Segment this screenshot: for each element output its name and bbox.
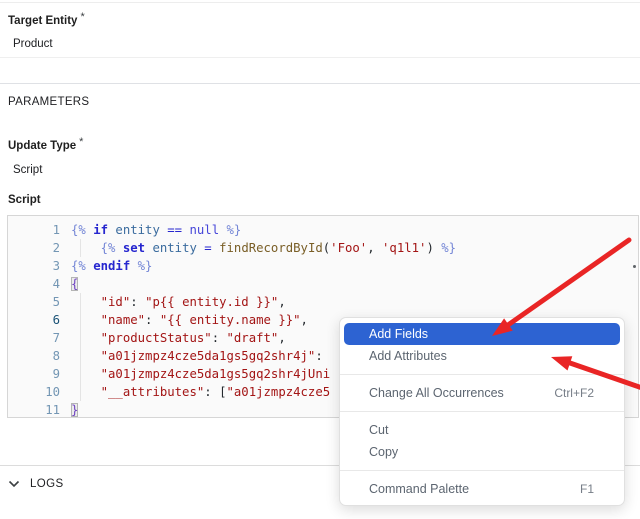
menu-item-shortcut: F1 bbox=[580, 482, 594, 496]
top-divider bbox=[0, 2, 640, 3]
line-number: 2 bbox=[8, 239, 60, 257]
line-number: 9 bbox=[8, 365, 60, 383]
line-number: 6 bbox=[8, 311, 60, 329]
line-number: 5 bbox=[8, 293, 60, 311]
line-number: 10 bbox=[8, 383, 60, 401]
line-number: 7 bbox=[8, 329, 60, 347]
code-line[interactable]: 4{ bbox=[8, 275, 638, 293]
menu-item-label: Copy bbox=[369, 445, 398, 459]
workflow-config-panel: Target Entity* Product PARAMETERS Update… bbox=[0, 0, 640, 519]
code-text: {% if entity == null %} bbox=[71, 221, 241, 239]
field-underline bbox=[0, 57, 640, 58]
logs-label: LOGS bbox=[30, 478, 64, 490]
logs-toggle[interactable]: LOGS bbox=[8, 478, 64, 490]
menu-item-shortcut: Ctrl+F2 bbox=[554, 386, 594, 400]
required-asterisk: * bbox=[80, 11, 84, 23]
update-type-label-text: Update Type bbox=[8, 140, 76, 152]
menu-item-copy[interactable]: Copy bbox=[344, 441, 620, 463]
script-label: Script bbox=[8, 194, 41, 206]
code-text: { bbox=[71, 275, 78, 293]
code-text: } bbox=[71, 401, 78, 418]
update-type-value[interactable]: Script bbox=[13, 164, 42, 176]
required-asterisk: * bbox=[79, 136, 83, 148]
code-line[interactable]: 2 {% set entity = findRecordById('Foo', … bbox=[8, 239, 638, 257]
code-text: {% set entity = findRecordById('Foo', 'q… bbox=[71, 239, 456, 257]
code-text: "__attributes": ["a01jzmpz4cze5 bbox=[71, 383, 330, 401]
section-divider bbox=[0, 83, 640, 84]
target-entity-value[interactable]: Product bbox=[13, 38, 53, 50]
chevron-down-icon[interactable] bbox=[8, 480, 20, 488]
menu-item-label: Change All Occurrences bbox=[369, 386, 504, 400]
menu-item-label: Command Palette bbox=[369, 482, 469, 496]
code-text: "productStatus": "draft", bbox=[71, 329, 286, 347]
target-entity-label: Target Entity* bbox=[8, 11, 85, 27]
menu-item-add-attributes[interactable]: Add Attributes bbox=[344, 345, 620, 367]
menu-item-label: Add Fields bbox=[369, 327, 428, 341]
stray-dot bbox=[633, 265, 636, 268]
editor-context-menu: Add Fields Add Attributes Change All Occur… bbox=[339, 317, 625, 506]
target-entity-label-text: Target Entity bbox=[8, 15, 77, 27]
update-type-label: Update Type* bbox=[8, 136, 83, 152]
menu-separator bbox=[340, 411, 624, 412]
code-text: "a01jzmpz4cze5da1gs5gq2shr4jUni bbox=[71, 365, 330, 383]
line-number: 11 bbox=[8, 401, 60, 418]
code-text: "name": "{{ entity.name }}", bbox=[71, 311, 308, 329]
menu-item-change-all-occurrences[interactable]: Change All Occurrences Ctrl+F2 bbox=[344, 382, 620, 404]
menu-item-label: Cut bbox=[369, 423, 388, 437]
code-text: "a01jzmpz4cze5da1gs5gq2shr4j": bbox=[71, 347, 323, 365]
menu-item-label: Add Attributes bbox=[369, 349, 447, 363]
menu-item-cut[interactable]: Cut bbox=[344, 419, 620, 441]
menu-item-command-palette[interactable]: Command Palette F1 bbox=[344, 478, 620, 500]
code-line[interactable]: 1 {% if entity == null %} bbox=[8, 221, 638, 239]
indent-guide bbox=[80, 293, 81, 401]
indent-guide bbox=[80, 239, 81, 257]
menu-separator bbox=[340, 470, 624, 471]
code-text: "id": "p{{ entity.id }}", bbox=[71, 293, 286, 311]
code-text: {% endif %} bbox=[71, 257, 152, 275]
menu-separator bbox=[340, 374, 624, 375]
code-line[interactable]: 5 "id": "p{{ entity.id }}", bbox=[8, 293, 638, 311]
line-number: 3 bbox=[8, 257, 60, 275]
line-number: 1 bbox=[8, 221, 60, 239]
code-line[interactable]: 3 {% endif %} bbox=[8, 257, 638, 275]
parameters-header: PARAMETERS bbox=[8, 96, 89, 108]
line-number: 8 bbox=[8, 347, 60, 365]
menu-item-add-fields[interactable]: Add Fields bbox=[344, 323, 620, 345]
line-number: 4 bbox=[8, 275, 60, 293]
